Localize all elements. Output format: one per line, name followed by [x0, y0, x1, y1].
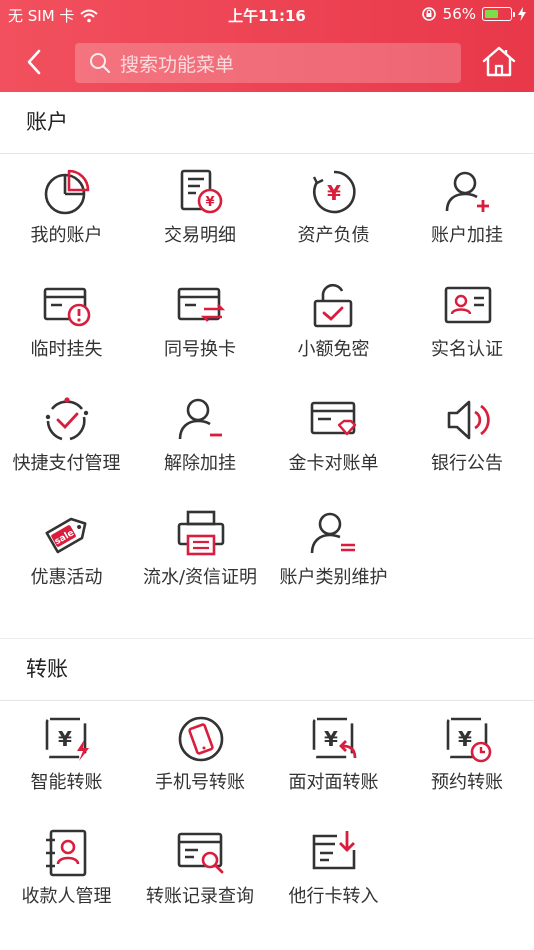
- search-placeholder: 搜索功能菜单: [120, 53, 235, 76]
- menu-item-account[interactable]: 流水/资信证明: [134, 497, 267, 611]
- home-icon: [482, 46, 516, 77]
- svg-text:¥: ¥: [327, 181, 341, 205]
- menu-item-account[interactable]: 账户类别维护: [267, 497, 400, 611]
- card-report-loss-icon: [42, 281, 92, 331]
- menu-item-label: 转账记录查询: [146, 886, 254, 907]
- asset-liability-icon: ¥: [309, 167, 359, 217]
- svg-text:¥: ¥: [324, 727, 338, 751]
- battery-percent: 56%: [442, 5, 476, 23]
- nav-row: 搜索功能菜单: [0, 40, 534, 84]
- chevron-left-icon: [27, 49, 41, 75]
- menu-item-account[interactable]: 同号换卡: [134, 269, 267, 383]
- menu-item-account[interactable]: ¥ 交易明细: [134, 155, 267, 269]
- menu-item-label: 收款人管理: [21, 886, 112, 907]
- menu-item-transfer[interactable]: 收款人管理: [0, 816, 133, 930]
- payee-book-icon: [42, 828, 92, 878]
- menu-item-label: 账户类别维护: [279, 567, 388, 588]
- other-bank-transfer-in-icon: [309, 828, 359, 878]
- menu-item-account[interactable]: 账户加挂: [401, 155, 534, 269]
- user-category-icon: [309, 509, 359, 559]
- menu-item-transfer[interactable]: ¥ 面对面转账: [267, 702, 400, 816]
- menu-item-label: 同号换卡: [164, 339, 236, 360]
- orientation-lock-icon: [421, 7, 436, 21]
- menu-item-label: 银行公告: [431, 453, 503, 474]
- menu-item-account[interactable]: 银行公告: [401, 383, 534, 497]
- menu-item-label: 小额免密: [297, 339, 370, 360]
- menu-item-account[interactable]: ¥ 资产负债: [267, 155, 400, 269]
- menu-item-transfer[interactable]: 转账记录查询: [134, 816, 267, 930]
- add-user-icon: [443, 167, 493, 217]
- menu-item-label: 交易明细: [164, 225, 236, 246]
- menu-item-label: 流水/资信证明: [142, 567, 258, 588]
- menu-item-account[interactable]: 金卡对账单: [267, 383, 400, 497]
- printer-icon: [176, 509, 226, 559]
- menu-item-transfer[interactable]: ¥ 智能转账: [0, 702, 133, 816]
- menu-item-label: 智能转账: [30, 772, 103, 793]
- menu-item-label: 优惠活动: [30, 567, 103, 588]
- menu-item-label: 面对面转账: [288, 772, 379, 793]
- account-grid: 我的账户 ¥ 交易明细 ¥ 资产负债 账户加挂临时挂失 同号换卡 小额免密 实名认证快捷支付管理…: [0, 155, 534, 615]
- menu-item-account[interactable]: sale 优惠活动: [0, 497, 133, 611]
- menu-item-label: 快捷支付管理: [12, 453, 121, 474]
- menu-item-transfer[interactable]: ¥ 预约转账: [401, 702, 534, 816]
- section-header-transfer: 转账: [0, 639, 534, 701]
- svg-text:¥: ¥: [205, 195, 214, 210]
- menu-item-label: 我的账户: [30, 225, 103, 246]
- battery-icon: [482, 7, 515, 21]
- status-right: 56%: [421, 5, 526, 23]
- svg-text:¥: ¥: [458, 727, 472, 751]
- menu-item-label: 金卡对账单: [288, 453, 379, 474]
- search-icon: [89, 52, 111, 74]
- back-button[interactable]: [18, 46, 50, 78]
- section-title-account: 账户: [26, 110, 68, 134]
- menu-item-label: 解除加挂: [164, 453, 236, 474]
- card-exchange-icon: [176, 281, 226, 331]
- phone-transfer-icon: [176, 714, 226, 764]
- unlock-icon: [309, 281, 359, 331]
- menu-item-label: 资产负债: [297, 225, 370, 246]
- menu-item-label: 实名认证: [431, 339, 503, 360]
- menu-item-account[interactable]: 临时挂失: [0, 269, 133, 383]
- status-bar: 无 SIM 卡 上午11:16 56%: [0, 0, 534, 30]
- menu-item-label: 预约转账: [431, 772, 503, 793]
- section-title-transfer: 转账: [26, 657, 68, 681]
- gold-card-statement-icon: [309, 395, 359, 445]
- menu-item-transfer[interactable]: 他行卡转入: [267, 816, 400, 930]
- charging-icon: [518, 7, 526, 21]
- search-input[interactable]: 搜索功能菜单: [75, 43, 461, 83]
- menu-item-account[interactable]: 解除加挂: [134, 383, 267, 497]
- transaction-detail-icon: ¥: [176, 167, 226, 217]
- menu-item-account[interactable]: 我的账户: [0, 155, 133, 269]
- transfer-record-search-icon: [176, 828, 226, 878]
- menu-item-account[interactable]: 实名认证: [401, 269, 534, 383]
- face-to-face-transfer-icon: ¥: [309, 714, 359, 764]
- remove-user-icon: [176, 395, 226, 445]
- pie-chart-icon: [42, 167, 92, 217]
- home-button[interactable]: [481, 44, 517, 80]
- menu-item-label: 他行卡转入: [288, 886, 379, 907]
- id-card-icon: [443, 281, 493, 331]
- sale-tag-icon: sale: [42, 509, 92, 559]
- scheduled-transfer-icon: ¥: [443, 714, 493, 764]
- section-header-account: 账户: [0, 92, 534, 154]
- menu-item-account[interactable]: 小额免密: [267, 269, 400, 383]
- transfer-grid: ¥ 智能转账 手机号转账 ¥ 面对面转账 ¥ 预约转账收款人管理 转账记录查询 他行卡转入: [0, 702, 534, 942]
- menu-item-transfer[interactable]: 手机号转账: [134, 702, 267, 816]
- speaker-icon: [443, 395, 493, 445]
- svg-text:¥: ¥: [58, 727, 72, 751]
- top-bar: 无 SIM 卡 上午11:16 56% 搜索功能菜单: [0, 0, 534, 92]
- menu-item-label: 手机号转账: [155, 772, 245, 793]
- menu-item-label: 临时挂失: [30, 339, 103, 360]
- menu-item-label: 账户加挂: [431, 225, 503, 246]
- quick-pay-icon: [42, 395, 92, 445]
- battery-fill: [485, 10, 499, 18]
- menu-item-account[interactable]: 快捷支付管理: [0, 383, 133, 497]
- smart-transfer-icon: ¥: [42, 714, 92, 764]
